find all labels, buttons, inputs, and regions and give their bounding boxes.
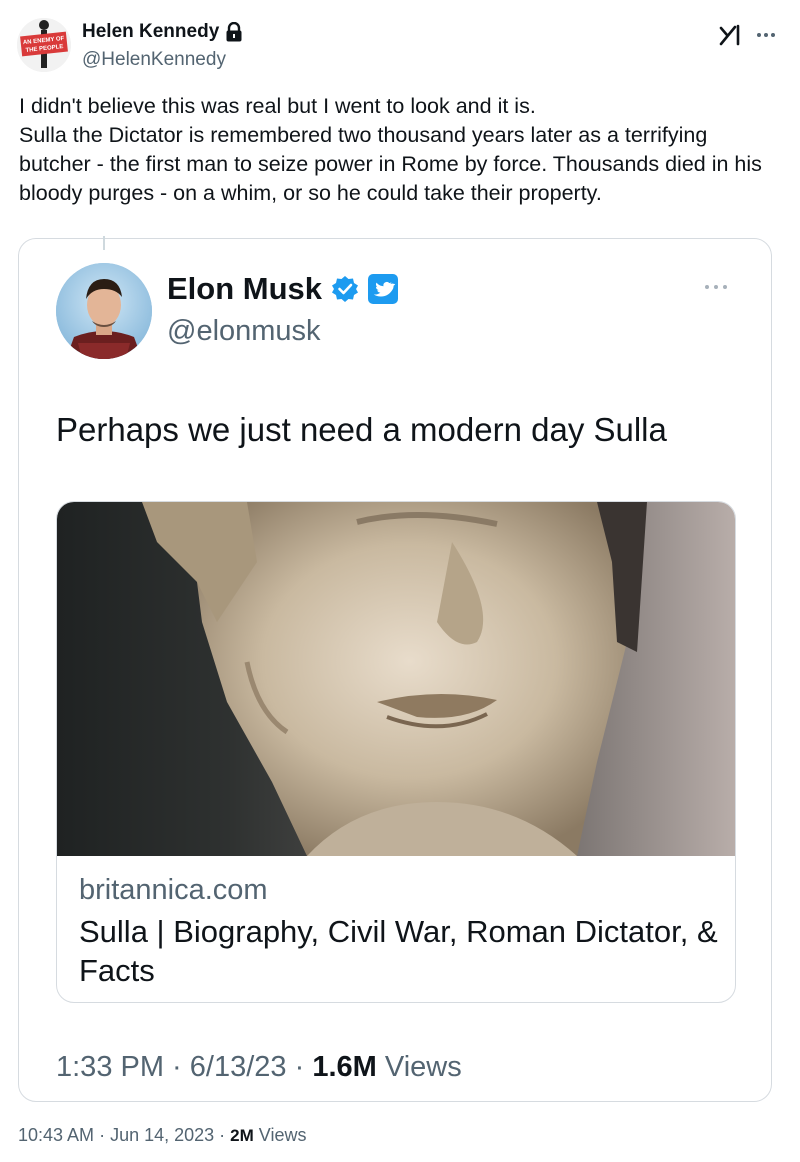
quoted-author-name[interactable]: Elon Musk <box>167 271 399 307</box>
author-name[interactable]: Helen Kennedy <box>82 21 243 43</box>
quoted-tweet-text: Perhaps we just need a modern day Sulla <box>56 411 667 448</box>
more-icon[interactable] <box>754 23 778 47</box>
lock-icon <box>226 22 242 42</box>
link-domain: britannica.com <box>79 874 268 906</box>
quoted-author-avatar[interactable] <box>56 263 152 359</box>
tweet-date[interactable]: Jun 14, 2023 <box>110 1125 214 1145</box>
tweet-views-count: 2M <box>230 1126 254 1145</box>
tweet-text-line1: I didn't believe this was real but I wen… <box>19 94 536 118</box>
author-avatar[interactable]: AN ENEMY OF THE PEOPLE <box>17 18 71 72</box>
enemy-of-the-people-icon: AN ENEMY OF THE PEOPLE <box>17 18 71 72</box>
tweet-actions-top <box>718 22 778 48</box>
quoted-author-handle[interactable]: @elonmusk <box>167 315 321 348</box>
tweet-text: I didn't believe this was real but I wen… <box>19 92 784 208</box>
grok-icon[interactable] <box>718 22 744 48</box>
elon-avatar-image <box>56 263 152 359</box>
link-title[interactable]: Sulla | Biography, Civil War, Roman Dict… <box>79 912 719 990</box>
quoted-tweet-card[interactable]: Elon Musk @elonmusk Perhaps we just need… <box>18 238 772 1102</box>
author-handle[interactable]: @HelenKennedy <box>82 49 226 71</box>
quoted-author-name-text[interactable]: Elon Musk <box>167 271 322 307</box>
tweet-views-label: Views <box>258 1125 307 1145</box>
quoted-views-label: Views <box>384 1051 462 1083</box>
link-preview-image[interactable] <box>57 502 736 856</box>
quoted-tweet-meta: 1:33 PM · 6/13/23 · 1.6M Views <box>56 1051 462 1083</box>
quoted-more-icon[interactable] <box>701 277 731 297</box>
quoted-views-count: 1.6M <box>312 1051 377 1083</box>
tweet-text-line2: Sulla the Dictator is remembered two tho… <box>19 123 768 205</box>
link-preview-card[interactable]: britannica.com Sulla | Biography, Civil … <box>56 501 736 1003</box>
author-name-text[interactable]: Helen Kennedy <box>82 21 219 43</box>
tweet-meta: 10:43 AM · Jun 14, 2023 · 2M Views <box>18 1125 307 1145</box>
tweet-time[interactable]: 10:43 AM <box>18 1125 94 1145</box>
verified-badge-icon <box>332 276 359 302</box>
quoted-date[interactable]: 6/13/23 <box>190 1051 287 1083</box>
thread-connector <box>103 236 105 250</box>
twitter-bird-icon <box>368 274 399 304</box>
quoted-time[interactable]: 1:33 PM <box>56 1051 164 1083</box>
